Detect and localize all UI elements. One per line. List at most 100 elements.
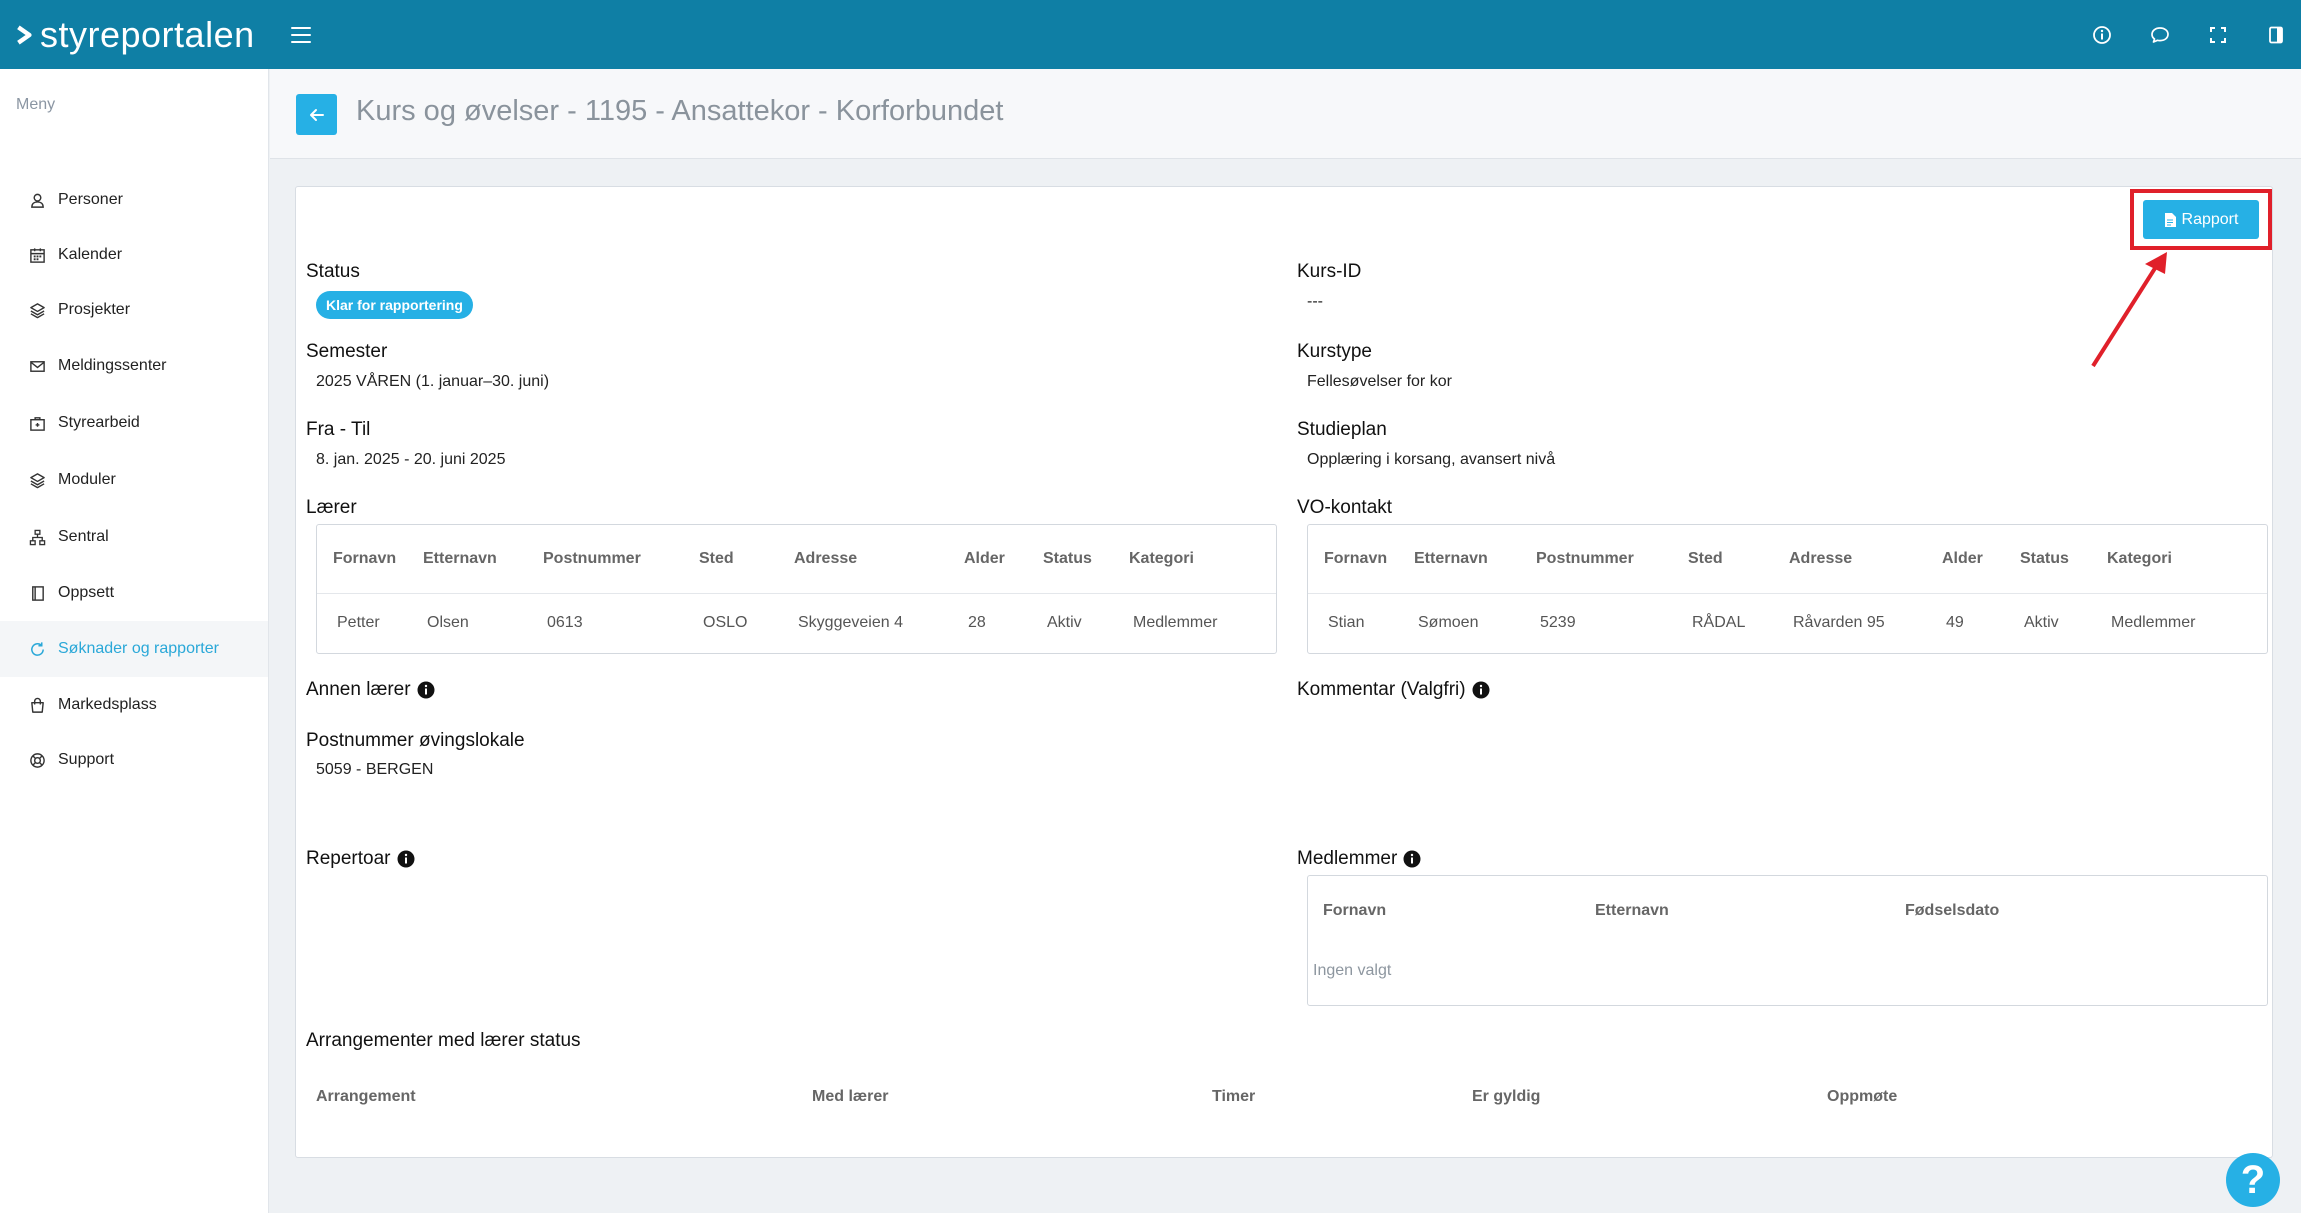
sidebar-item-markedsplass[interactable]: Markedsplass (0, 677, 268, 733)
annen-laerer-field: Annen lærer (306, 679, 435, 701)
sidebar-item-support[interactable]: Support (0, 732, 268, 788)
postnummer-value: 5059 - BERGEN (316, 761, 434, 778)
column-header: Kategori (2107, 525, 2267, 594)
sidebar-item-label: Support (58, 751, 115, 768)
sidebar-item-label: Kalender (58, 246, 123, 263)
column-header: Kategori (1129, 525, 1276, 594)
column-header: Status (2020, 525, 2107, 594)
kommentar-field: Kommentar (Valgfri) (1297, 679, 1490, 701)
panel-icon[interactable] (2265, 24, 2287, 46)
rapport-button-label: Rapport (2181, 210, 2239, 228)
sidebar-item-moduler[interactable]: Moduler (0, 452, 268, 508)
lifebuoy-icon (28, 751, 46, 769)
column-header: Sted (1688, 525, 1789, 594)
table-cell: Medlemmer (1133, 614, 1218, 632)
column-header: Adresse (1789, 525, 1942, 594)
column-header: Er gyldig (1472, 1088, 1541, 1105)
column-header: Status (1043, 525, 1129, 594)
person-icon (28, 191, 46, 209)
column-header: Med lærer (812, 1088, 889, 1105)
column-header: Etternavn (1414, 525, 1536, 594)
sidebar-item-prosjekter[interactable]: Prosjekter (0, 282, 268, 338)
kurstype-value: Fellesøvelser for kor (1307, 373, 1452, 390)
fullscreen-icon[interactable] (2207, 24, 2229, 46)
arrangementer-label: Arrangementer med lærer status (306, 1030, 581, 1051)
table-row[interactable]: Petter Olsen 0613 OSLO Skyggeveien 4 28 … (317, 593, 1276, 653)
arrow-left-icon (309, 108, 324, 121)
sidebar-item-label: Meldingssenter (58, 357, 167, 374)
table-cell: 28 (968, 614, 986, 632)
book-icon (28, 584, 46, 602)
column-header: Sted (699, 525, 794, 594)
back-button[interactable] (296, 94, 337, 135)
table-cell: Petter (337, 614, 380, 632)
column-header: Postnummer (543, 525, 699, 594)
sidebar-item-meldingssenter[interactable]: Meldingssenter (0, 338, 268, 394)
table-cell: Aktiv (2024, 614, 2059, 632)
kurs-id-label: Kurs-ID (1297, 261, 1362, 282)
table-cell: 0613 (547, 614, 583, 632)
studieplan-label: Studieplan (1297, 419, 1387, 440)
column-header: Alder (1942, 525, 2020, 594)
repertoar-label: Repertoar (306, 848, 391, 869)
table-cell: Råvarden 95 (1793, 614, 1885, 632)
sidebar-item-personer[interactable]: Personer (0, 172, 268, 228)
empty-state-text: Ingen valgt (1313, 962, 1392, 979)
vo-kontakt-label: VO-kontakt (1297, 497, 1393, 518)
mail-icon (28, 357, 46, 375)
menu-toggle-icon[interactable] (290, 26, 311, 43)
column-header: Oppmøte (1827, 1088, 1898, 1105)
sidebar-item-label: Søknader og rapporter (58, 640, 219, 657)
laerer-label: Lærer (306, 497, 357, 518)
sidebar-item-label: Prosjekter (58, 301, 131, 318)
table-cell: RÅDAL (1692, 614, 1746, 632)
semester-value: 2025 VÅREN (1. januar–30. juni) (316, 373, 550, 390)
status-badge: Klar for rapportering (316, 291, 473, 319)
status-label: Status (306, 261, 360, 282)
layers-icon (28, 471, 46, 489)
help-button[interactable]: ? (2226, 1153, 2280, 1207)
sidebar-item-soknader-og-rapporter[interactable]: Søknader og rapporter (0, 621, 268, 677)
medlemmer-label: Medlemmer (1297, 848, 1398, 869)
info-icon[interactable] (397, 850, 415, 868)
table-cell: 5239 (1540, 614, 1576, 632)
layers-icon (28, 301, 46, 319)
column-header: Timer (1212, 1088, 1256, 1105)
logo-chevron-icon (17, 24, 32, 45)
info-icon[interactable] (2091, 24, 2113, 46)
info-icon[interactable] (417, 681, 435, 699)
table-cell: 49 (1946, 614, 1964, 632)
info-icon[interactable] (1472, 681, 1490, 699)
sidebar-title: Meny (16, 96, 56, 113)
column-header: Etternavn (1595, 902, 1669, 919)
semester-label: Semester (306, 341, 388, 362)
course-details-card: Rapport Status Klar for rapportering Sem… (295, 186, 2273, 1158)
sidebar-item-label: Sentral (58, 528, 109, 545)
rapport-button[interactable]: Rapport (2143, 200, 2259, 239)
studieplan-value: Opplæring i korsang, avansert nivå (1307, 451, 1556, 468)
sidebar-item-oppsett[interactable]: Oppsett (0, 565, 268, 621)
info-icon[interactable] (1403, 850, 1421, 868)
postnummer-label: Postnummer øvingslokale (306, 730, 525, 751)
question-icon: ? (2240, 1157, 2266, 1202)
table-cell: Aktiv (1047, 614, 1082, 632)
page-title: Kurs og øvelser - 1195 - Ansattekor - Ko… (356, 95, 1004, 127)
app-logo[interactable]: styreportalen (14, 0, 255, 69)
sidebar-item-styrearbeid[interactable]: Styrearbeid (0, 395, 268, 451)
logo-text: styreportalen (40, 13, 255, 55)
kommentar-label: Kommentar (Valgfri) (1297, 679, 1466, 700)
table-cell: Medlemmer (2111, 614, 2196, 632)
sidebar-item-label: Moduler (58, 471, 116, 488)
sidebar-item-kalender[interactable]: Kalender (0, 227, 268, 283)
column-header: Fornavn (1308, 525, 1414, 594)
table-cell: Olsen (427, 614, 469, 632)
fra-til-value: 8. jan. 2025 - 20. juni 2025 (316, 451, 506, 468)
refresh-icon (28, 640, 46, 658)
vo-kontakt-table: Fornavn Etternavn Postnummer Sted Adress… (1307, 524, 2268, 654)
chat-icon[interactable] (2149, 24, 2171, 46)
laerer-table: Fornavn Etternavn Postnummer Sted Adress… (316, 524, 1277, 654)
table-row[interactable]: Stian Sømoen 5239 RÅDAL Råvarden 95 49 A… (1308, 593, 2267, 653)
sidebar-item-label: Personer (58, 191, 123, 208)
table-cell: Skyggeveien 4 (798, 614, 903, 632)
sidebar-item-sentral[interactable]: Sentral (0, 509, 268, 565)
